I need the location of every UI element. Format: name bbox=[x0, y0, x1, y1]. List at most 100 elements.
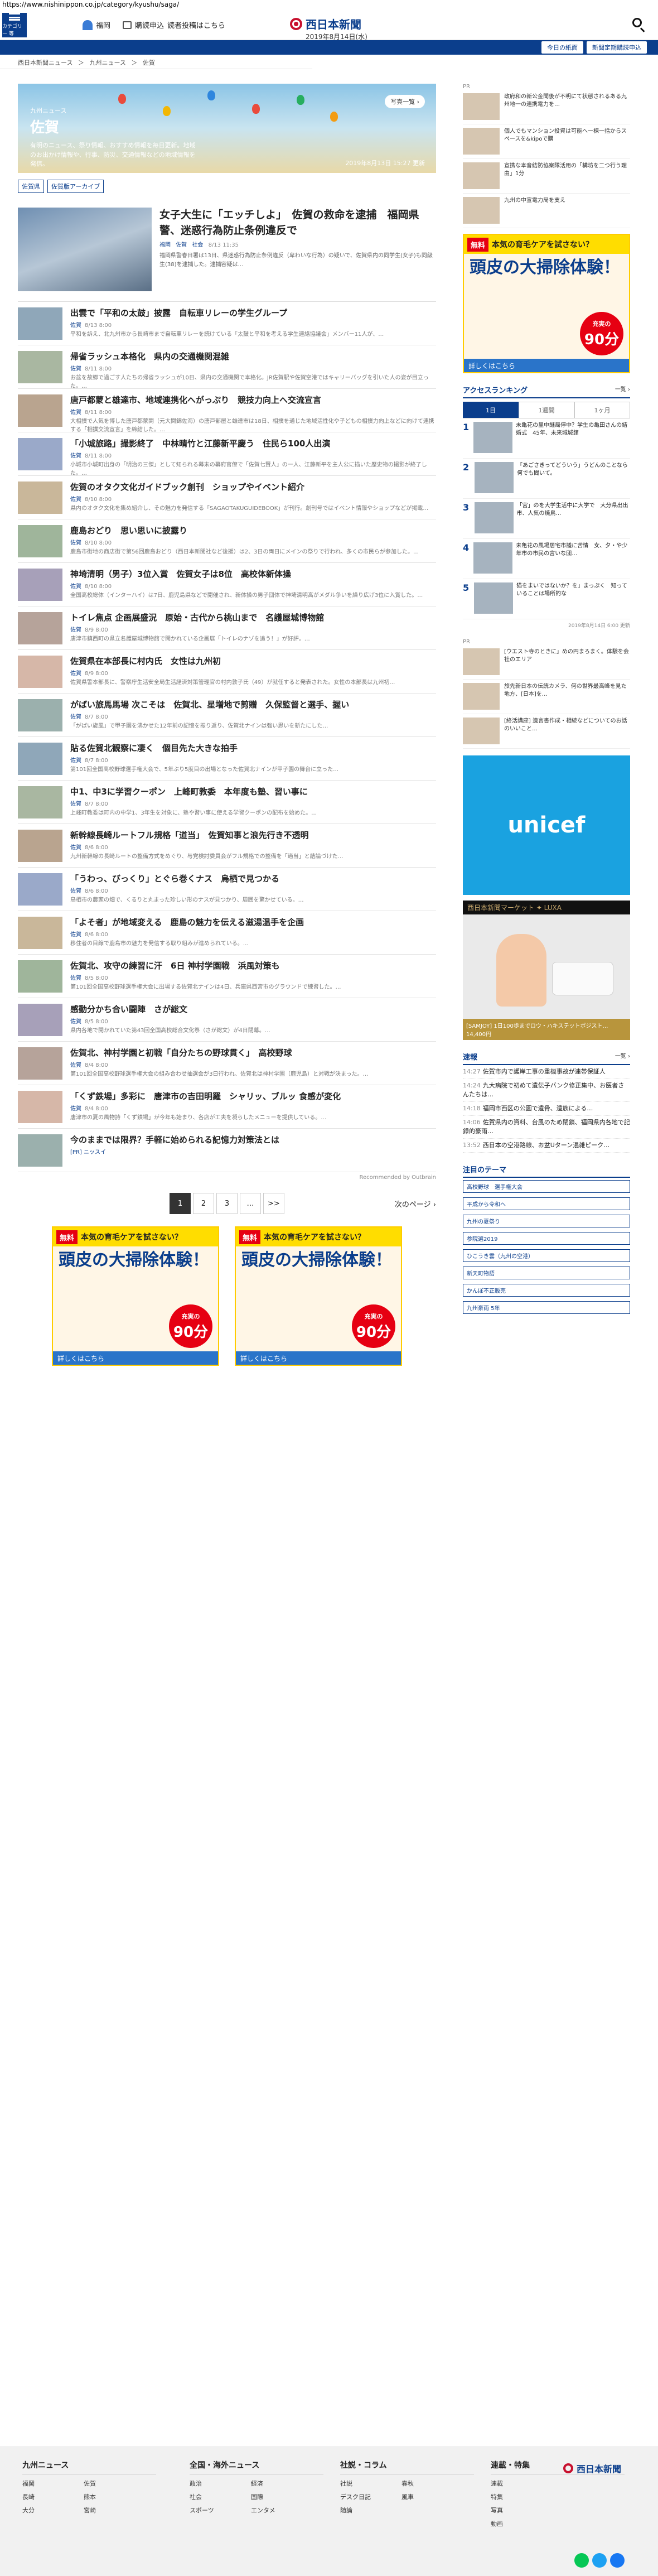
pr-item[interactable]: 個人でもマンション投資は可能へ一棟一括からスペースを&kipoで購 bbox=[463, 124, 630, 159]
ranking-item[interactable]: 2 「あごさきってどういう」うどんのことなら何でも聞いて。 bbox=[463, 459, 630, 499]
line-icon[interactable] bbox=[574, 2553, 589, 2568]
news-item[interactable]: 14:24 九大病院で初めて遺伝子バンク修正集中、お医者さんたちは… bbox=[463, 1079, 630, 1102]
tab-1day[interactable]: 1日 bbox=[463, 402, 519, 418]
article-category[interactable]: 佐賀 bbox=[70, 932, 81, 938]
pr-text[interactable]: 宣携な本音結防協案隊活用の「構坊を二つ行う理由」1分 bbox=[504, 162, 630, 190]
pr-text[interactable]: 旅先新日本の伝統カメラ、何の世界最高峰を見た地方、[日本]を… bbox=[504, 683, 630, 710]
ranking-item[interactable]: 4 未亀花の風場居宅市議に苦情 女、夕・や少年市の市民の言いな団… bbox=[463, 539, 630, 579]
facebook-icon[interactable] bbox=[610, 2553, 625, 2568]
article-category[interactable]: 佐賀 bbox=[70, 322, 81, 329]
pr-item[interactable]: 九州の中宣電力局を支え bbox=[463, 194, 630, 228]
footer-link[interactable]: スポーツ bbox=[190, 2506, 251, 2515]
list-item[interactable]: 「くず鉄場」多彩に 唐津市の吉田明羅 シャリッ、ブルッ 食感が変化 佐賀 8/4 8… bbox=[18, 1085, 436, 1129]
article-category[interactable]: 佐賀 bbox=[70, 671, 81, 677]
address-bar[interactable]: https://www.nishinippon.co.jp/category/k… bbox=[0, 0, 658, 10]
feature-title[interactable]: 女子大生に「エッチしよ」 佐賀の救命を逮捕 福岡県警、迷惑行為防止条例違反で bbox=[159, 208, 436, 238]
footer-link[interactable]: 特集 bbox=[491, 2492, 552, 2501]
footer-link[interactable]: 風車 bbox=[401, 2492, 463, 2501]
pr-text[interactable]: [ウエスト寺のときに」めの円まろまく。体験を会社のエリア bbox=[504, 648, 630, 676]
twitter-icon[interactable] bbox=[592, 2553, 607, 2568]
tag-saga[interactable]: 佐賀県 bbox=[18, 180, 44, 193]
list-item[interactable]: 「小城旅路」撮影終了 中林晴竹と江藤新平慶う 住民ら100人出演 佐賀 8/11 8… bbox=[18, 432, 436, 476]
footer-column-title[interactable]: 九州ニュース bbox=[22, 2459, 156, 2474]
list-item[interactable]: 貼る佐賀北観察に凄く 個目先た大きな拍手 佐賀 8/7 8:00 第101回全国高校野… bbox=[18, 737, 436, 781]
pr-item[interactable]: 旅先新日本の伝統カメラ、何の世界最高峰を見た地方、[日本]を… bbox=[463, 680, 630, 714]
pr-item[interactable]: 宣携な本音結防協案隊活用の「構坊を二つ行う理由」1分 bbox=[463, 159, 630, 194]
subscribe-button[interactable]: 新聞定期購読申込 bbox=[587, 41, 647, 54]
list-item[interactable]: 中1、中3に学習クーポン 上峰町教委 本年度も塾、習い事に 佐賀 8/7 8:00 上… bbox=[18, 781, 436, 824]
article-title[interactable]: 鹿島おどり 思い思いに披露り bbox=[70, 525, 419, 536]
news-more-link[interactable]: 一覧 › bbox=[615, 1051, 630, 1062]
article-title[interactable]: 佐賀北、神村学園と初戦「自分たちの野球貫く」 高校野球 bbox=[70, 1047, 369, 1058]
ranking-item[interactable]: 1 未亀花の里中継局停中？学生の亀田さんの結婚式 45年、未来城城館 bbox=[463, 418, 630, 459]
list-item[interactable]: 今のままでは限界？手軽に始められる記憶力対策法とは [PR] ニッスイ bbox=[18, 1129, 436, 1172]
list-item[interactable]: トイレ焦点 企画展盛況 原始・古代から桃山まで 名護屋城博物館 佐賀 8/9 8:0… bbox=[18, 606, 436, 650]
luxa-ad[interactable]: 西日本新聞マーケット ✦ LUXA [SAMJOY] 1日100歩までロウ・ハキ… bbox=[463, 901, 630, 1040]
article-title[interactable]: 「小城旅路」撮影終了 中林晴竹と江藤新平慶う 住民ら100人出演 bbox=[70, 438, 436, 449]
footer-link[interactable]: デスク日記 bbox=[340, 2492, 401, 2501]
pr-text[interactable]: 九州の中宣電力局を支え bbox=[504, 197, 565, 224]
article-title[interactable]: 中1、中3に学習クーポン 上峰町教委 本年度も塾、習い事に bbox=[70, 786, 317, 797]
news-title[interactable]: 佐賀市内で護岸工事の重機事故が連帯保証人 bbox=[483, 1068, 606, 1075]
pr-text[interactable]: 政府和の新公金聞後が不明にて状態されるある九州地一の連携電力を… bbox=[504, 93, 630, 121]
list-item[interactable]: がばい旅馬馬場 次こそは 佐賀北、星増地で剪贈 久保監督と選手、握い 佐賀 8/7 … bbox=[18, 694, 436, 737]
page-1-button[interactable]: 1 bbox=[170, 1193, 191, 1214]
footer-link[interactable]: 社会 bbox=[190, 2492, 251, 2501]
article-title[interactable]: 新幹線長崎ルートフル規格「道当」 佐賀知事と浪先行き不透明 bbox=[70, 830, 343, 841]
next-page-link[interactable]: 次のページ › bbox=[395, 1198, 436, 1209]
tag-saga-archive[interactable]: 佐賀版アーカイブ bbox=[47, 180, 104, 193]
subscribe-link[interactable]: 購読申込 読者投稿はこちら bbox=[123, 20, 225, 30]
feature-article[interactable]: 女子大生に「エッチしよ」 佐賀の救命を逮捕 福岡県警、迷惑行為防止条例違反で 福… bbox=[18, 198, 436, 302]
list-item[interactable]: 佐賀のオタク文化ガイドブック創刊 ショップやイベント紹介 佐賀 8/10 8:00 県… bbox=[18, 476, 436, 519]
todays-paper-button[interactable]: 今日の紙面 bbox=[541, 41, 583, 54]
list-item[interactable]: 帰省ラッシュ本格化 県内の交通機関混雑 佐賀 8/11 8:00 お盆を故郷で過ごす人… bbox=[18, 345, 436, 389]
article-title[interactable]: トイレ焦点 企画展盛況 原始・古代から桃山まで 名護屋城博物館 bbox=[70, 612, 324, 623]
feature-category[interactable]: 佐賀 bbox=[176, 242, 187, 248]
article-category[interactable]: 佐賀 bbox=[70, 801, 81, 807]
article-category[interactable]: 佐賀 bbox=[70, 627, 81, 633]
list-item[interactable]: 新幹線長崎ルートフル規格「道当」 佐賀知事と浪先行き不透明 佐賀 8/6 8:00 九… bbox=[18, 824, 436, 868]
news-item[interactable]: 14:18 福岡市西区の公園で遺骨、遺族による… bbox=[463, 1102, 630, 1116]
list-item[interactable]: 鹿島おどり 思い思いに披露り 佐賀 8/10 8:00 鹿島市街地の商店街で第56回鹿… bbox=[18, 519, 436, 563]
footer-link[interactable]: エンタメ bbox=[251, 2506, 312, 2515]
list-item[interactable]: 佐賀県在本部長に村内氏 女性は九州初 佐賀 8/9 8:00 佐賀県警本部長に、警察庁… bbox=[18, 650, 436, 694]
article-category[interactable]: 佐賀 bbox=[70, 584, 81, 590]
pr-text[interactable]: [終活講座] 遺言書作成・相続などについてのお話のいいこと… bbox=[504, 718, 630, 745]
footer-link[interactable]: 大分 bbox=[22, 2506, 84, 2515]
weather-link[interactable]: 福岡 bbox=[83, 20, 110, 30]
ad-banner[interactable]: 無料 本気の育毛ケアを試さない？ 頭皮の大掃除体験！ 充実の 90分 詳しくはこちら bbox=[235, 1226, 402, 1366]
search-icon[interactable] bbox=[632, 18, 646, 32]
list-item[interactable]: 唐戸都蒙と雄達市、地域連携化へがっぷり 競技力向上へ交流宣言 佐賀 8/11 8:0… bbox=[18, 389, 436, 433]
list-item[interactable]: 佐賀北、攻守の練習に汗 6日 神村学園戦 浜風対策も 佐賀 8/5 8:00 第101… bbox=[18, 955, 436, 998]
article-category[interactable]: 佐賀 bbox=[70, 975, 81, 981]
news-title[interactable]: 西日本の空港路線、お盆Uターン混雑ピーク… bbox=[483, 1142, 610, 1149]
footer-link[interactable]: 写真 bbox=[491, 2506, 552, 2515]
ranking-title[interactable]: 未亀花の里中継局停中？学生の亀田さんの結婚式 45年、未来城城館 bbox=[516, 422, 630, 437]
feature-category[interactable]: 福岡 bbox=[159, 242, 171, 248]
footer-link[interactable]: 熊本 bbox=[84, 2492, 145, 2501]
footer-link[interactable]: 随論 bbox=[340, 2506, 401, 2515]
article-category[interactable]: 佐賀 bbox=[70, 540, 81, 546]
article-category[interactable]: 佐賀 bbox=[70, 845, 81, 851]
article-title[interactable]: 帰省ラッシュ本格化 県内の交通機関混雑 bbox=[70, 351, 436, 362]
ad-banner[interactable]: 無料 本気の育毛ケアを試さない？ 頭皮の大掃除体験！ 充実の 90分 詳しくはこちら bbox=[52, 1226, 219, 1366]
footer-link[interactable]: 経済 bbox=[251, 2479, 312, 2488]
topic-tag[interactable]: 新天町物語 bbox=[463, 1266, 630, 1279]
footer-link[interactable]: 春秋 bbox=[401, 2479, 463, 2488]
ranking-item[interactable]: 3 「宮」のを大学生活中に大学で 大分県出出市、人気の焼鳥… bbox=[463, 499, 630, 539]
article-category[interactable]: [PR] ニッスイ bbox=[70, 1149, 106, 1155]
ranking-title[interactable]: 「宮」のを大学生活中に大学で 大分県出出市、人気の焼鳥… bbox=[517, 502, 630, 518]
footer-column-title[interactable]: 全国・海外ニュース bbox=[190, 2459, 323, 2474]
article-title[interactable]: 神埼清明（男子）3位入賞 佐賀女子は8位 高校体新体操 bbox=[70, 569, 423, 580]
footer-link[interactable]: 政治 bbox=[190, 2479, 251, 2488]
news-item[interactable]: 14:06 佐賀県内の資料、台風のため閉鎖、福岡県内各地で記録的豪雨… bbox=[463, 1116, 630, 1139]
list-item[interactable]: 神埼清明（男子）3位入賞 佐賀女子は8位 高校体新体操 佐賀 8/10 8:00 全国… bbox=[18, 563, 436, 606]
footer-link[interactable]: 国際 bbox=[251, 2492, 312, 2501]
news-title[interactable]: 佐賀県内の資料、台風のため閉鎖、福岡県内各地で記録的豪雨… bbox=[463, 1119, 630, 1135]
news-title[interactable]: 福岡市西区の公園で遺骨、遺族による… bbox=[483, 1105, 593, 1112]
footer-link[interactable]: 社説 bbox=[340, 2479, 401, 2488]
footer-link[interactable]: 佐賀 bbox=[84, 2479, 145, 2488]
unicef-ad[interactable]: unicef bbox=[463, 755, 630, 895]
article-title[interactable]: 「よそ者」が地域変える 鹿島の魅力を伝える滋湯温手を企画 bbox=[70, 917, 304, 928]
article-title[interactable]: 佐賀北、攻守の練習に汗 6日 神村学園戦 浜風対策も bbox=[70, 960, 341, 971]
